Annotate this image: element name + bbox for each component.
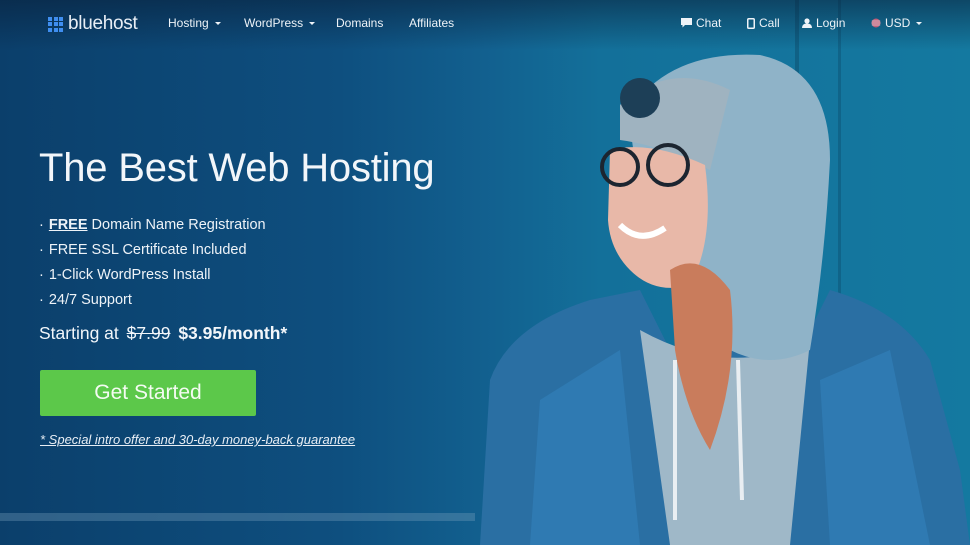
nav-item-label: Domains: [336, 16, 384, 30]
pricing-line: Starting at $7.99 $3.95/month*: [39, 323, 287, 344]
chevron-down-icon: [916, 21, 923, 25]
user-icon: [802, 18, 812, 28]
nav-item-label: Affiliates: [409, 16, 455, 30]
chevron-down-icon: [214, 21, 221, 25]
feature-text: 24/7 Support: [48, 292, 132, 308]
price-prefix: Starting at: [39, 323, 119, 343]
nav-item-call[interactable]: Call: [747, 16, 780, 30]
nav-item-wordpress[interactable]: WordPress: [244, 16, 316, 30]
bullet: ·: [39, 292, 44, 308]
feature-item: · 1-Click WordPress Install: [39, 264, 266, 289]
nav-item-affiliates[interactable]: Affiliates: [409, 16, 454, 30]
flag-icon: [871, 18, 881, 28]
top-navigation: bluehost Hosting WordPress Domains Affil…: [0, 0, 970, 48]
nav-item-domains[interactable]: Domains: [336, 16, 383, 30]
feature-text: 1-Click WordPress Install: [48, 267, 211, 283]
feature-text: Domain Name Registration: [87, 217, 266, 233]
bullet: ·: [39, 217, 44, 233]
feature-item: · FREE Domain Name Registration: [39, 214, 266, 239]
nav-item-label: Login: [816, 16, 846, 30]
nav-item-label: Call: [759, 16, 780, 30]
grid-icon: [48, 16, 63, 32]
special-offer-link[interactable]: * Special intro offer and 30-day money-b…: [40, 432, 355, 447]
chat-icon: [681, 18, 692, 28]
nav-item-label: Hosting: [168, 16, 209, 30]
chevron-down-icon: [309, 21, 316, 25]
new-price: $3.95/month*: [178, 323, 288, 343]
phone-icon: [747, 17, 755, 29]
hero-headline: The Best Web Hosting: [39, 146, 435, 190]
feature-emphasis: FREE: [48, 217, 88, 233]
bluehost-logo[interactable]: bluehost: [48, 13, 138, 35]
feature-item: · 24/7 Support: [39, 289, 266, 314]
nav-item-chat[interactable]: Chat: [681, 16, 721, 30]
feature-item: · FREE SSL Certificate Included: [39, 239, 266, 264]
nav-item-login[interactable]: Login: [802, 16, 845, 30]
nav-item-label: WordPress: [244, 16, 304, 30]
feature-list: · FREE Domain Name Registration · FREE SSL…: [39, 214, 266, 314]
nav-item-label: USD: [885, 16, 911, 30]
get-started-button[interactable]: Get Started: [40, 370, 256, 416]
old-price: $7.99: [126, 323, 171, 343]
nav-item-label: Chat: [696, 16, 722, 30]
bullet: ·: [39, 267, 44, 283]
background-ledge: [0, 513, 475, 521]
currency-selector[interactable]: USD: [871, 16, 923, 30]
logo-text: bluehost: [68, 13, 138, 34]
nav-item-hosting[interactable]: Hosting: [168, 16, 221, 30]
bullet: ·: [39, 242, 44, 258]
hero-photo-person: [480, 54, 970, 545]
feature-text: FREE SSL Certificate Included: [48, 242, 247, 258]
